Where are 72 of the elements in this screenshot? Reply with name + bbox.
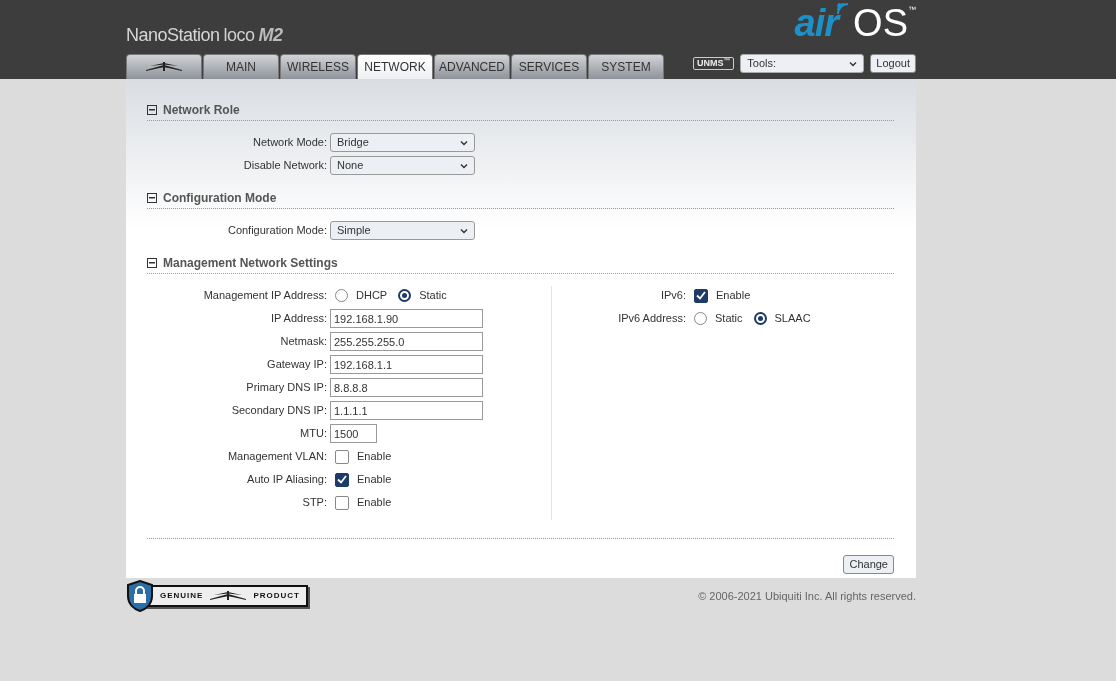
input-field[interactable]: 255.255.255.0 <box>330 332 483 351</box>
logout-button[interactable]: Logout <box>870 54 916 73</box>
field-label: IP Address: <box>269 311 328 327</box>
checkbox[interactable] <box>335 495 349 510</box>
logo-word: OS <box>853 4 908 42</box>
caret-icon <box>460 227 468 234</box>
checkbox[interactable] <box>694 288 708 303</box>
dropdown[interactable]: Simple <box>330 221 475 240</box>
nav-tab[interactable]: WIRELESS <box>280 54 356 79</box>
badge-text: PRODUCT <box>253 590 300 602</box>
field-label: IPv6: <box>659 288 687 304</box>
product-name: NanoStation <box>126 24 220 47</box>
antenna-logo-icon <box>208 590 249 602</box>
input-field[interactable]: 192.168.1.90 <box>330 309 483 328</box>
option-label[interactable]: Enable <box>716 287 751 304</box>
product-model: M2 <box>258 24 283 47</box>
field-label: Management IP Address: <box>202 288 328 304</box>
trademark-mark: ™ <box>908 4 916 16</box>
nav-tab[interactable]: MAIN <box>203 54 279 79</box>
option-label[interactable]: Static <box>419 287 447 304</box>
collapse-icon[interactable] <box>147 105 157 115</box>
field-label: Primary DNS IP: <box>245 380 328 396</box>
option-label[interactable]: DHCP <box>356 287 388 304</box>
section-title: Management Network Settings <box>163 255 338 272</box>
field-label: IPv6 Address: <box>617 311 687 327</box>
option-label[interactable]: SLAAC <box>774 310 811 327</box>
caret-icon <box>460 162 468 169</box>
product-variant: loco <box>223 24 255 47</box>
checkbox[interactable] <box>335 449 349 464</box>
field-label: Netmask: <box>279 334 328 350</box>
field-label: Secondary DNS IP: <box>230 403 328 419</box>
collapse-icon[interactable] <box>147 193 157 203</box>
section-title: Network Role <box>163 102 240 119</box>
radio-button[interactable] <box>398 289 412 302</box>
field-label: Auto IP Aliasing: <box>246 472 328 488</box>
radio-button[interactable] <box>753 312 767 325</box>
caret-icon <box>460 139 468 146</box>
collapse-icon[interactable] <box>147 258 157 268</box>
input-field[interactable]: 1.1.1.1 <box>330 401 483 420</box>
nav-tab[interactable]: ADVANCED <box>434 54 510 79</box>
option-label[interactable]: Enable <box>357 471 392 488</box>
option-label[interactable]: Enable <box>357 494 392 511</box>
field-label: Gateway IP: <box>266 357 328 373</box>
input-field[interactable]: 192.168.1.1 <box>330 355 483 374</box>
option-label[interactable]: Enable <box>357 448 392 465</box>
badge-text: GENUINE <box>160 590 204 602</box>
radio-button[interactable] <box>694 312 707 325</box>
field-label: Disable Network: <box>242 158 328 174</box>
nav-tab[interactable]: SYSTEM <box>588 54 664 79</box>
option-label[interactable]: Static <box>715 310 743 327</box>
field-label: Management VLAN: <box>226 449 328 465</box>
logo-word: air <box>794 4 839 42</box>
input-field[interactable]: 8.8.8.8 <box>330 378 483 397</box>
tools-dropdown[interactable]: Tools: <box>740 54 865 73</box>
caret-icon <box>849 60 858 67</box>
field-label: STP: <box>301 495 328 511</box>
radio-button[interactable] <box>335 289 348 302</box>
field-label: Network Mode: <box>252 135 328 151</box>
dropdown[interactable]: None <box>330 156 475 175</box>
field-label: MTU: <box>299 426 328 442</box>
section-title: Configuration Mode <box>163 190 277 207</box>
checkbox[interactable] <box>335 472 349 487</box>
copyright-text: © 2006-2021 Ubiquiti Inc. All rights reserved. <box>698 588 916 604</box>
input-field[interactable]: 1500 <box>330 424 377 443</box>
antenna-logo-icon <box>144 61 184 73</box>
home-tab[interactable] <box>126 54 202 79</box>
nav-tab[interactable]: SERVICES <box>511 54 587 79</box>
field-label: Configuration Mode: <box>226 223 328 239</box>
change-button[interactable]: Change <box>843 555 894 574</box>
unms-button[interactable]: UNMS$^{™}$ <box>693 57 735 70</box>
nav-tab[interactable]: NETWORK <box>357 54 433 79</box>
dropdown[interactable]: Bridge <box>330 133 475 152</box>
